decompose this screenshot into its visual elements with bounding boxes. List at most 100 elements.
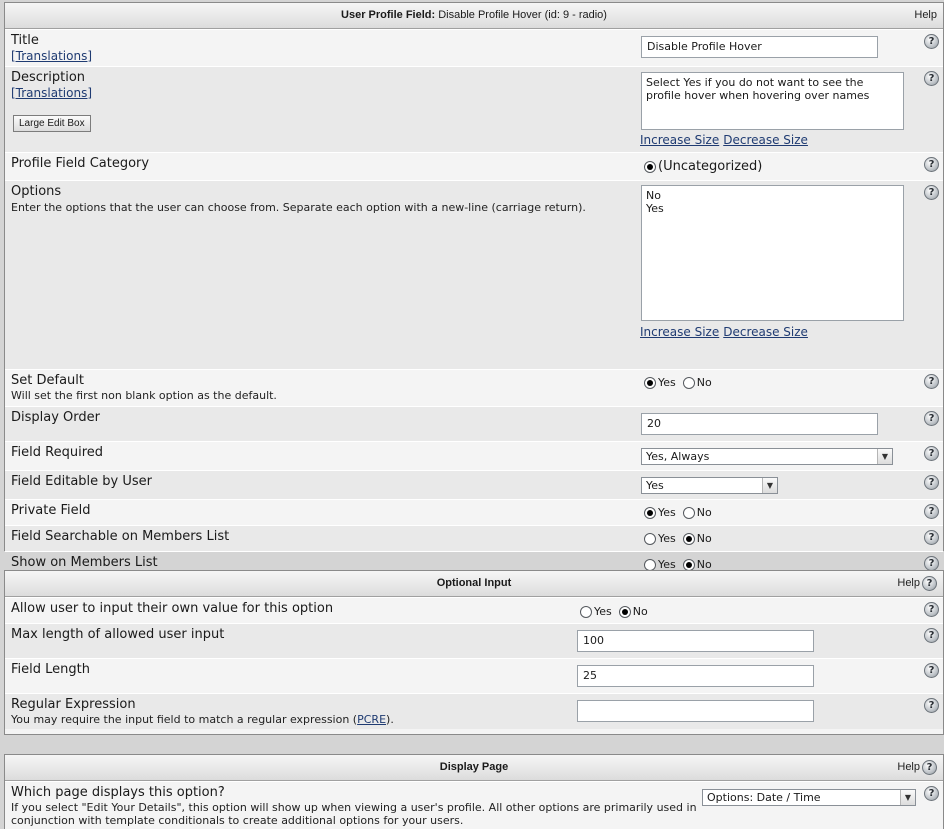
- panel-title: Disable Profile Hover (id: 9 - radio): [438, 9, 607, 21]
- row-options: Options Enter the options that the user …: [5, 180, 943, 369]
- row-field-required: Field Required Yes, Always ▼ ?: [5, 441, 943, 470]
- searchable-yes-radio[interactable]: [644, 532, 656, 545]
- options-description: Enter the options that the user can choo…: [11, 201, 586, 214]
- private-field-no-radio[interactable]: [682, 506, 695, 519]
- no-label: No: [696, 532, 712, 545]
- description-translations-link[interactable]: [Translations]: [11, 86, 92, 100]
- question-mark-icon[interactable]: ?: [924, 374, 939, 389]
- question-mark-icon[interactable]: ?: [924, 530, 939, 545]
- help-link[interactable]: Help: [914, 3, 937, 27]
- field-required-select[interactable]: Yes, Always ▼: [641, 448, 893, 465]
- category-uncategorized-radio[interactable]: [644, 160, 656, 173]
- pcre-link[interactable]: PCRE: [357, 713, 386, 726]
- question-mark-icon[interactable]: ?: [924, 504, 939, 519]
- help-link[interactable]: Help?: [897, 571, 937, 595]
- help-label[interactable]: Help: [897, 571, 920, 595]
- set-default-no-radio[interactable]: [682, 376, 695, 389]
- row-allow-input: Allow user to input their own value for …: [5, 597, 943, 623]
- large-edit-box-button[interactable]: Large Edit Box: [13, 115, 91, 132]
- question-mark-icon[interactable]: ?: [924, 157, 939, 172]
- question-mark-icon[interactable]: ?: [924, 475, 939, 490]
- question-mark-icon[interactable]: ?: [924, 446, 939, 461]
- set-default-yes-radio[interactable]: [644, 376, 656, 389]
- yes-label: Yes: [658, 376, 676, 389]
- set-default-radio-group: Yes No: [644, 376, 715, 389]
- searchable-label: Field Searchable on Members List: [11, 529, 230, 544]
- max-length-input[interactable]: 100: [577, 630, 814, 652]
- increase-size-link[interactable]: Increase Size: [640, 325, 719, 339]
- question-mark-icon[interactable]: ?: [924, 786, 939, 801]
- decrease-size-link[interactable]: Decrease Size: [723, 133, 808, 147]
- panel-header: Optional Input Help?: [5, 571, 943, 597]
- increase-size-link[interactable]: Increase Size: [640, 133, 719, 147]
- which-page-label: Which page displays this option?: [11, 785, 225, 800]
- regex-input[interactable]: [577, 700, 814, 722]
- decrease-size-link[interactable]: Decrease Size: [723, 325, 808, 339]
- row-private-field: Private Field Yes No ?: [5, 499, 943, 525]
- chevron-down-icon[interactable]: ▼: [877, 449, 892, 464]
- options-size-links: Increase Size Decrease Size: [640, 325, 808, 339]
- help-label[interactable]: Help: [914, 3, 937, 27]
- private-field-label: Private Field: [11, 503, 91, 518]
- title-input[interactable]: Disable Profile Hover: [641, 36, 878, 58]
- description-textarea[interactable]: Select Yes if you do not want to see the…: [641, 72, 904, 130]
- which-page-select[interactable]: Options: Date / Time ▼: [702, 789, 916, 806]
- regex-label: Regular Expression: [11, 697, 136, 712]
- title-label: Title: [11, 33, 39, 48]
- question-mark-icon[interactable]: ?: [924, 556, 939, 571]
- field-length-input[interactable]: 25: [577, 665, 814, 687]
- question-mark-icon[interactable]: ?: [924, 185, 939, 200]
- description-size-links: Increase Size Decrease Size: [640, 133, 808, 147]
- question-mark-icon[interactable]: ?: [924, 628, 939, 643]
- help-label[interactable]: Help: [897, 755, 920, 779]
- display-order-label: Display Order: [11, 410, 100, 425]
- which-page-description: If you select "Edit Your Details", this …: [11, 801, 697, 827]
- private-field-yes-radio[interactable]: [644, 506, 656, 519]
- question-mark-icon[interactable]: ?: [924, 71, 939, 86]
- allow-input-no-radio[interactable]: [618, 605, 631, 618]
- help-link[interactable]: Help?: [897, 755, 937, 779]
- yes-label: Yes: [594, 605, 612, 618]
- question-mark-icon[interactable]: ?: [924, 34, 939, 49]
- allow-input-yes-radio[interactable]: [580, 605, 592, 618]
- field-required-label: Field Required: [11, 445, 103, 460]
- question-mark-icon[interactable]: ?: [924, 663, 939, 678]
- no-label: No: [632, 605, 648, 618]
- question-mark-icon[interactable]: ?: [924, 602, 939, 617]
- row-max-length: Max length of allowed user input 100 ?: [5, 623, 943, 658]
- options-textarea[interactable]: No Yes: [641, 185, 904, 321]
- row-regex: Regular Expression You may require the i…: [5, 693, 943, 729]
- row-set-default: Set Default Will set the first non blank…: [5, 369, 943, 406]
- display-order-input[interactable]: 20: [641, 413, 878, 435]
- question-mark-icon[interactable]: ?: [922, 759, 937, 775]
- optional-input-panel: Optional Input Help? Allow user to input…: [4, 570, 944, 735]
- show-members-yes-radio[interactable]: [644, 558, 656, 571]
- row-field-editable: Field Editable by User Yes ▼ ?: [5, 470, 943, 499]
- field-editable-select[interactable]: Yes ▼: [641, 477, 778, 494]
- panel-header: User Profile Field: Disable Profile Hove…: [5, 3, 943, 29]
- row-which-page: Which page displays this option? If you …: [5, 781, 943, 829]
- allow-input-radio-group: Yes No: [580, 605, 651, 618]
- chevron-down-icon[interactable]: ▼: [762, 478, 777, 493]
- question-mark-icon[interactable]: ?: [922, 575, 937, 591]
- title-translations-link[interactable]: [Translations]: [11, 49, 92, 63]
- question-mark-icon[interactable]: ?: [924, 411, 939, 426]
- set-default-description: Will set the first non blank option as t…: [11, 389, 277, 402]
- row-display-order: Display Order 20 ?: [5, 406, 943, 441]
- panel-title: Optional Input: [436, 577, 512, 589]
- field-length-label: Field Length: [11, 662, 90, 677]
- regex-description: You may require the input field to match…: [11, 713, 394, 726]
- field-editable-label: Field Editable by User: [11, 474, 152, 489]
- show-members-no-radio[interactable]: [682, 558, 695, 571]
- question-mark-icon[interactable]: ?: [924, 698, 939, 713]
- private-field-radio-group: Yes No: [644, 506, 715, 519]
- row-title: Title [Translations] Disable Profile Hov…: [5, 29, 943, 66]
- row-field-length: Field Length 25 ?: [5, 658, 943, 693]
- searchable-no-radio[interactable]: [682, 532, 695, 545]
- chevron-down-icon[interactable]: ▼: [900, 790, 915, 805]
- description-label: Description: [11, 70, 86, 85]
- panel-title: Display Page: [439, 761, 509, 773]
- max-length-label: Max length of allowed user input: [11, 627, 225, 642]
- row-description: Description [Translations] Large Edit Bo…: [5, 66, 943, 152]
- row-searchable: Field Searchable on Members List Yes No …: [5, 525, 943, 551]
